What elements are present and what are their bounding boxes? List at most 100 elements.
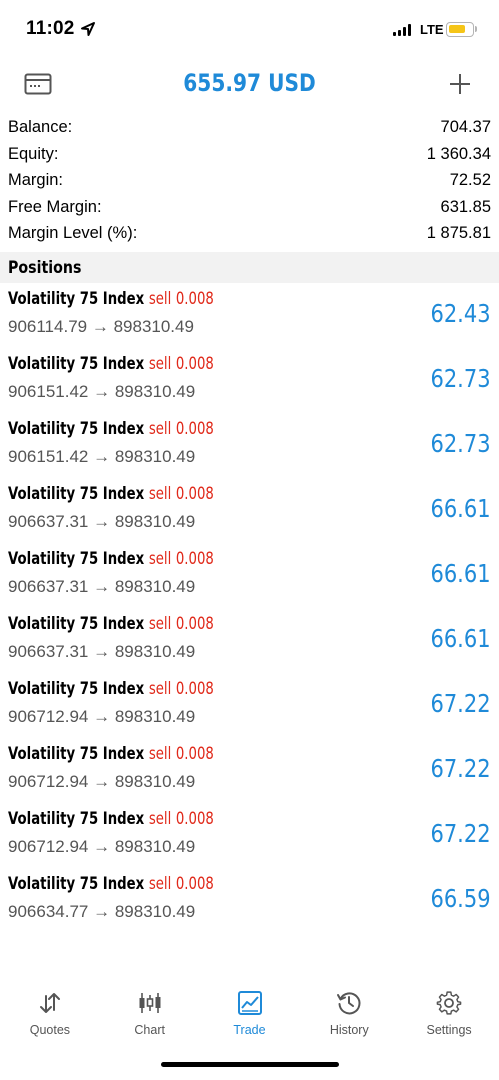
position-volume: 0.008 <box>175 614 214 634</box>
gear-icon <box>436 991 462 1015</box>
position-open-price: 906712.94 <box>8 837 89 856</box>
position-volume: 0.008 <box>175 289 214 309</box>
position-profit: 66.61 <box>430 494 491 523</box>
position-symbol: Volatility 75 Index <box>8 549 145 569</box>
position-symbol: Volatility 75 Index <box>8 419 145 439</box>
position-profit: 67.22 <box>430 819 491 848</box>
position-open-price: 906634.77 <box>8 902 89 921</box>
position-symbol: Volatility 75 Index <box>8 744 145 764</box>
position-row[interactable]: Volatility 75 Index sell 0.008 906637.31… <box>0 610 499 675</box>
tab-quotes[interactable]: Quotes <box>0 980 100 1050</box>
position-current-price: 898310.49 <box>114 707 196 726</box>
signal-icon <box>393 24 413 36</box>
position-current-price: 898310.49 <box>114 382 196 401</box>
summary-label: Balance: <box>8 118 73 136</box>
position-type: sell <box>148 614 172 634</box>
position-current-price: 898310.49 <box>114 772 196 791</box>
position-open-price: 906151.42 <box>8 382 89 401</box>
position-current-price: 898310.49 <box>114 577 196 596</box>
position-volume: 0.008 <box>175 874 214 894</box>
position-volume: 0.008 <box>175 549 214 569</box>
arrow-right-icon: → <box>93 577 111 596</box>
arrow-right-icon: → <box>93 837 111 856</box>
position-type: sell <box>148 484 172 504</box>
position-profit: 62.43 <box>430 299 491 328</box>
position-row[interactable]: Volatility 75 Index sell 0.008 906712.94… <box>0 805 499 870</box>
summary-value: 1 360.34 <box>426 144 491 163</box>
arrow-right-icon: → <box>93 382 111 401</box>
arrow-right-icon: → <box>91 317 109 336</box>
position-open-price: 906114.79 <box>8 317 88 336</box>
quotes-icon <box>40 993 60 1013</box>
position-symbol: Volatility 75 Index <box>8 484 145 504</box>
positions-section-header: Positions <box>0 252 499 283</box>
summary-value: 72.52 <box>449 171 491 189</box>
header: 655.97 USD <box>0 62 499 108</box>
tab-label: Trade <box>233 1023 266 1037</box>
position-volume: 0.008 <box>175 419 214 439</box>
arrow-right-icon: → <box>93 642 111 661</box>
position-open-price: 906637.31 <box>8 642 89 661</box>
tab-bar: Quotes Chart Trade History Settings <box>0 980 499 1050</box>
position-profit: 66.61 <box>430 559 491 588</box>
tab-label: Chart <box>134 1023 165 1037</box>
battery-icon <box>446 22 474 37</box>
position-profit: 67.22 <box>430 754 491 783</box>
position-type: sell <box>148 354 172 374</box>
position-row[interactable]: Volatility 75 Index sell 0.008 906114.79… <box>0 285 499 350</box>
tab-chart[interactable]: Chart <box>100 980 200 1050</box>
position-current-price: 898310.49 <box>114 512 196 531</box>
tab-label: History <box>329 1023 369 1037</box>
position-type: sell <box>148 874 172 894</box>
summary-row-free-margin: Free Margin: 631.85 <box>0 194 499 221</box>
position-current-price: 898310.49 <box>114 837 196 856</box>
position-volume: 0.008 <box>175 679 214 699</box>
position-volume: 0.008 <box>175 744 214 764</box>
tab-history[interactable]: History <box>299 980 399 1050</box>
candlestick-chart-icon <box>139 993 161 1013</box>
status-time: 11:02 <box>26 18 75 39</box>
trade-chart-icon <box>237 991 262 1015</box>
position-row[interactable]: Volatility 75 Index sell 0.008 906151.42… <box>0 415 499 480</box>
summary-row-margin-level: Margin Level (%): 1 875.81 <box>0 220 499 247</box>
position-profit: 66.61 <box>430 624 491 653</box>
position-row[interactable]: Volatility 75 Index sell 0.008 906637.31… <box>0 480 499 545</box>
summary-value: 631.85 <box>440 197 491 216</box>
position-row[interactable]: Volatility 75 Index sell 0.008 906151.42… <box>0 350 499 415</box>
account-summary: Balance: 704.37 Equity: 1 360.34 Margin:… <box>0 114 499 247</box>
position-row[interactable]: Volatility 75 Index sell 0.008 906712.94… <box>0 740 499 805</box>
arrow-right-icon: → <box>93 772 111 791</box>
account-balance-title: 655.97 USD <box>183 69 316 97</box>
position-volume: 0.008 <box>175 809 214 829</box>
positions-title: Positions <box>8 258 82 277</box>
home-indicator[interactable] <box>161 1062 339 1067</box>
summary-row-equity: Equity: 1 360.34 <box>0 141 499 168</box>
position-profit: 67.22 <box>430 689 491 718</box>
arrow-right-icon: → <box>93 707 111 726</box>
position-type: sell <box>148 419 172 439</box>
position-symbol: Volatility 75 Index <box>8 679 145 699</box>
summary-row-balance: Balance: 704.37 <box>0 114 499 141</box>
positions-list: Volatility 75 Index sell 0.008 906114.79… <box>0 285 499 935</box>
position-row[interactable]: Volatility 75 Index sell 0.008 906712.94… <box>0 675 499 740</box>
position-open-price: 906637.31 <box>8 577 89 596</box>
summary-value: 1 875.81 <box>426 224 491 242</box>
position-row[interactable]: Volatility 75 Index sell 0.008 906637.31… <box>0 545 499 610</box>
summary-label: Margin Level (%): <box>8 224 138 242</box>
position-open-price: 906151.42 <box>8 447 89 466</box>
position-volume: 0.008 <box>175 484 214 504</box>
position-symbol: Volatility 75 Index <box>8 809 145 829</box>
arrow-right-icon: → <box>93 447 111 466</box>
position-open-price: 906637.31 <box>8 512 89 531</box>
position-symbol: Volatility 75 Index <box>8 874 145 894</box>
summary-value: 704.37 <box>440 118 491 136</box>
tab-label: Quotes <box>29 1023 71 1037</box>
tab-settings[interactable]: Settings <box>399 980 499 1050</box>
network-type: LTE <box>420 22 444 37</box>
plus-icon[interactable] <box>448 72 472 96</box>
position-type: sell <box>148 679 172 699</box>
position-row[interactable]: Volatility 75 Index sell 0.008 906634.77… <box>0 870 499 935</box>
tab-trade[interactable]: Trade <box>200 980 300 1050</box>
position-symbol: Volatility 75 Index <box>8 354 145 374</box>
position-type: sell <box>148 289 172 309</box>
